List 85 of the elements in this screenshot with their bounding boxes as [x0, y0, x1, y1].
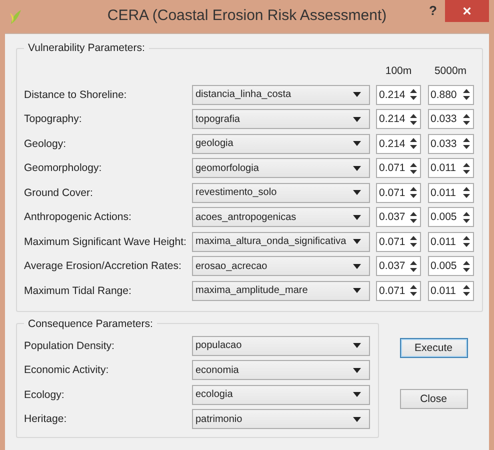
spin-arrows-icon[interactable]: [462, 212, 470, 222]
spin-arrows-icon[interactable]: [410, 89, 417, 100]
close-dialog-button[interactable]: Close: [400, 388, 468, 408]
weight-spinbox[interactable]: 0.005: [428, 256, 474, 276]
field-label: Ground Cover:: [24, 186, 94, 198]
spin-arrows-icon[interactable]: [462, 236, 470, 247]
execute-button[interactable]: Execute: [400, 338, 468, 358]
dropdown-arrow-icon: [352, 264, 360, 268]
weight-spinbox[interactable]: 0.033: [428, 109, 474, 129]
spin-arrows-icon[interactable]: [462, 138, 470, 149]
weight-spinbox[interactable]: 0.214: [376, 134, 421, 154]
field-label: Maximum Tidal Range:: [24, 284, 132, 296]
field-label: Distance to Shoreline:: [24, 88, 128, 100]
dropdown-arrow-icon: [352, 343, 360, 348]
field-label: Ecology:: [24, 388, 66, 400]
layer-dropdown[interactable]: economia: [192, 360, 370, 380]
layer-dropdown[interactable]: populacao: [192, 336, 370, 356]
window-title: CERA (Coastal Erosion Risk Assessment): [107, 7, 387, 24]
spin-arrows-icon[interactable]: [410, 138, 417, 149]
weight-spinbox[interactable]: 0.011: [428, 280, 474, 300]
spin-arrows-icon[interactable]: [410, 114, 417, 124]
dropdown-arrow-icon: [352, 239, 360, 244]
field-label: Economic Activity:: [24, 364, 110, 376]
field-label: Heritage:: [24, 413, 68, 425]
spin-arrows-icon[interactable]: [410, 236, 417, 247]
weight-spinbox[interactable]: 0.071: [376, 280, 421, 300]
field-label: Anthropogenic Actions:: [24, 211, 132, 223]
dropdown-arrow-icon: [352, 214, 360, 220]
dropdown-arrow-icon: [352, 116, 360, 122]
spin-arrows-icon[interactable]: [462, 285, 470, 296]
dropdown-arrow-icon: [352, 92, 360, 97]
layer-dropdown[interactable]: maxima_altura_onda_significativa: [192, 232, 370, 252]
layer-dropdown[interactable]: ecologia: [192, 384, 370, 404]
weight-spinbox[interactable]: 0.011: [428, 158, 474, 178]
spin-arrows-icon[interactable]: [462, 187, 470, 198]
layer-dropdown[interactable]: maxima_amplitude_mare: [192, 280, 370, 300]
weight-spinbox[interactable]: 0.011: [428, 232, 474, 252]
weight-spinbox[interactable]: 0.071: [376, 158, 421, 178]
field-label: Population Density:: [24, 340, 116, 352]
dropdown-arrow-icon: [352, 288, 360, 293]
dropdown-arrow-icon: [352, 392, 360, 397]
field-label: Maximum Significant Wave Height:: [24, 236, 185, 248]
layer-dropdown[interactable]: acoes_antropogenicas: [192, 207, 370, 227]
weight-spinbox[interactable]: 0.037: [376, 207, 421, 227]
layer-dropdown[interactable]: geomorfologia: [192, 158, 370, 178]
dropdown-arrow-icon: [352, 416, 360, 422]
spin-arrows-icon[interactable]: [462, 260, 470, 272]
field-label: Geology:: [24, 138, 68, 150]
weight-spinbox[interactable]: 0.880: [428, 84, 474, 104]
spin-arrows-icon[interactable]: [410, 285, 417, 296]
dropdown-arrow-icon: [352, 190, 360, 195]
weight-spinbox[interactable]: 0.005: [428, 207, 474, 227]
dropdown-arrow-icon: [352, 166, 360, 170]
layer-dropdown[interactable]: distancia_linha_costa: [192, 84, 370, 104]
spin-arrows-icon[interactable]: [410, 260, 417, 272]
close-button[interactable]: ×: [445, 0, 489, 22]
spin-arrows-icon[interactable]: [410, 212, 417, 222]
weight-spinbox[interactable]: 0.071: [376, 232, 421, 252]
weight-spinbox[interactable]: 0.037: [376, 256, 421, 276]
column-header: 5000m: [433, 64, 468, 79]
layer-dropdown[interactable]: revestimento_solo: [192, 182, 370, 202]
layer-dropdown[interactable]: patrimonio: [192, 409, 370, 429]
spin-arrows-icon[interactable]: [462, 162, 470, 174]
leaf-icon: [9, 9, 23, 25]
field-label: Average Erosion/Accretion Rates:: [24, 260, 182, 272]
dropdown-arrow-icon: [352, 368, 360, 372]
field-label: Geomorphology:: [24, 162, 103, 174]
spin-arrows-icon[interactable]: [462, 89, 470, 100]
column-header: 100m: [384, 64, 413, 79]
field-label: Topography:: [24, 113, 83, 125]
layer-dropdown[interactable]: erosao_acrecao: [192, 256, 370, 276]
weight-spinbox[interactable]: 0.214: [376, 109, 421, 129]
spin-arrows-icon[interactable]: [410, 187, 417, 198]
layer-dropdown[interactable]: geologia: [192, 134, 370, 154]
weight-spinbox[interactable]: 0.033: [428, 134, 474, 154]
panel-title: Consequence Parameters:: [27, 318, 154, 330]
weight-spinbox[interactable]: 0.011: [428, 182, 474, 202]
panel-title: Vulnerability Parameters:: [27, 42, 146, 54]
weight-spinbox[interactable]: 0.071: [376, 182, 421, 202]
spin-arrows-icon[interactable]: [462, 114, 470, 124]
help-button[interactable]: ?: [429, 3, 437, 18]
layer-dropdown[interactable]: topografia: [192, 109, 370, 129]
spin-arrows-icon[interactable]: [410, 162, 417, 174]
dropdown-arrow-icon: [352, 141, 360, 146]
weight-spinbox[interactable]: 0.214: [376, 84, 421, 104]
